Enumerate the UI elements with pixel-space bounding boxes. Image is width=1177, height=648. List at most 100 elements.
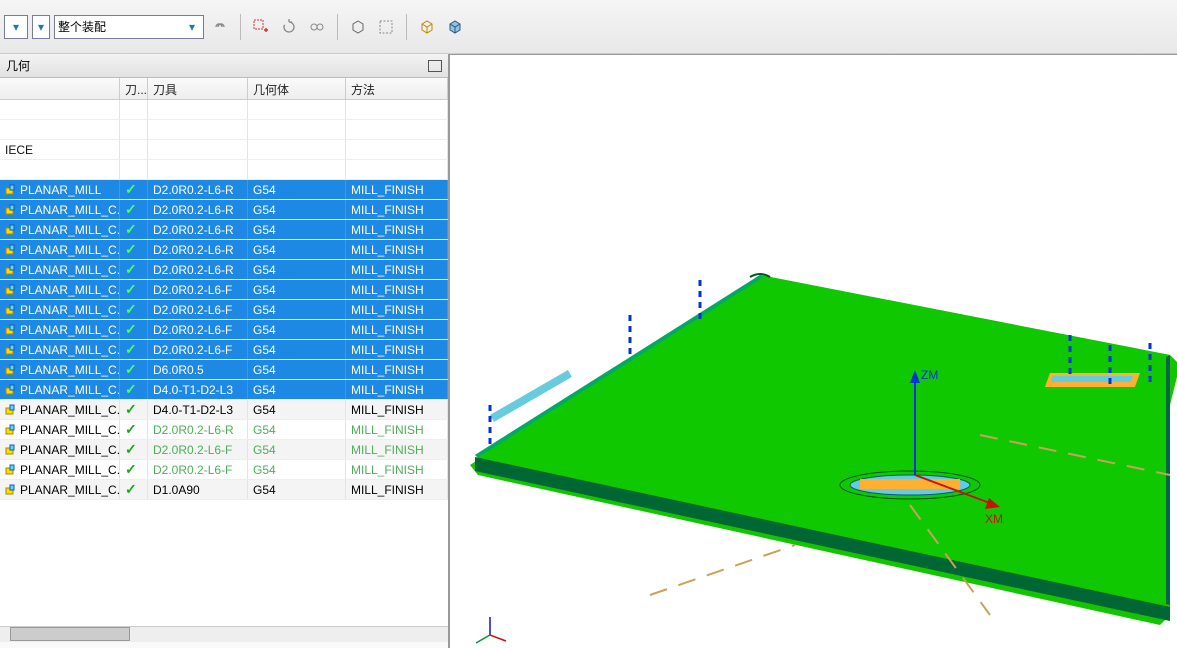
operation-method: MILL_FINISH (346, 320, 448, 339)
operation-method: MILL_FINISH (346, 340, 448, 359)
operation-tool: D2.0R0.2-L6-R (148, 180, 248, 199)
operation-row[interactable]: PLANAR_MILL_C...✓D2.0R0.2-L6-RG54MILL_FI… (0, 200, 448, 220)
reload-icon[interactable] (277, 15, 301, 39)
operation-name: PLANAR_MILL_C... (20, 203, 120, 217)
scrollbar-thumb[interactable] (10, 627, 130, 641)
operation-row[interactable]: PLANAR_MILL_C...✓D2.0R0.2-L6-FG54MILL_FI… (0, 340, 448, 360)
operation-row[interactable]: PLANAR_MILL_C...✓D1.0A90G54MILL_FINISH (0, 480, 448, 500)
menu-dropdown[interactable]: ▾ (4, 15, 28, 39)
operation-geo: G54 (248, 200, 346, 219)
workpiece-row[interactable]: IECE (0, 140, 448, 160)
operation-row[interactable]: PLANAR_MILL_C...✓D2.0R0.2-L6-FG54MILL_FI… (0, 300, 448, 320)
operation-tool: D2.0R0.2-L6-F (148, 300, 248, 319)
check-icon: ✓ (125, 241, 137, 258)
operation-row[interactable]: PLANAR_MILL_C...✓D2.0R0.2-L6-FG54MILL_FI… (0, 320, 448, 340)
table-header: 刀... 刀具 几何体 方法 (0, 78, 448, 100)
check-icon: ✓ (125, 381, 137, 398)
operation-name: PLANAR_MILL_C... (20, 463, 120, 477)
box-wire-icon[interactable] (415, 15, 439, 39)
operation-row[interactable]: PLANAR_MILL_C...✓D2.0R0.2-L6-FG54MILL_FI… (0, 440, 448, 460)
operation-tool: D2.0R0.2-L6-R (148, 260, 248, 279)
operation-icon (5, 384, 17, 396)
axis-z-label: ZM (921, 368, 938, 382)
select-plus-icon[interactable] (249, 15, 273, 39)
table-row[interactable] (0, 100, 448, 120)
operation-name: PLANAR_MILL_C... (20, 403, 120, 417)
operation-geo: G54 (248, 260, 346, 279)
panel-toggle-icon[interactable] (428, 60, 442, 72)
operation-icon (5, 244, 17, 256)
operation-method: MILL_FINISH (346, 460, 448, 479)
column-tool[interactable]: 刀具 (148, 78, 248, 99)
operation-name: PLANAR_MILL_C... (20, 443, 120, 457)
table-row[interactable] (0, 160, 448, 180)
graphics-viewport[interactable]: ZM XM (450, 54, 1177, 648)
column-flag[interactable]: 刀... (120, 78, 148, 99)
operation-icon (5, 304, 17, 316)
separator (240, 14, 241, 40)
column-name[interactable] (0, 78, 120, 99)
check-icon: ✓ (125, 361, 137, 378)
operation-tool: D2.0R0.2-L6-F (148, 460, 248, 479)
operation-icon (5, 344, 17, 356)
operation-row[interactable]: PLANAR_MILL_C...✓D4.0-T1-D2-L3G54MILL_FI… (0, 380, 448, 400)
marquee-icon[interactable] (374, 15, 398, 39)
operation-row[interactable]: PLANAR_MILL_C... ✓ D2.0R0.2-L6-FG54MILL_FI… (0, 280, 448, 300)
operation-geo: G54 (248, 280, 346, 299)
tool2-icon[interactable] (305, 15, 329, 39)
operation-method: MILL_FINISH (346, 420, 448, 439)
chevron-down-icon: ▾ (184, 19, 200, 35)
operation-row[interactable]: PLANAR_MILL_C...✓D2.0R0.2-L6-RG54MILL_FI… (0, 420, 448, 440)
operation-name: PLANAR_MILL (20, 183, 101, 197)
operation-geo: G54 (248, 180, 346, 199)
operation-icon (5, 364, 17, 376)
operation-name: PLANAR_MILL_C... (20, 283, 120, 297)
operation-tool: D1.0A90 (148, 480, 248, 499)
operation-name: PLANAR_MILL_C... (20, 483, 120, 497)
panel-splitter[interactable] (443, 54, 448, 648)
column-method[interactable]: 方法 (346, 78, 448, 99)
operation-row[interactable]: PLANAR_MILL_C...✓D6.0R0.5G54MILL_FINISH (0, 360, 448, 380)
axis-x-label: XM (985, 512, 1003, 526)
panel-header: 几何 (0, 54, 448, 78)
operation-icon (5, 264, 17, 276)
operation-icon (5, 184, 17, 196)
operation-name: PLANAR_MILL_C... (20, 263, 120, 277)
operation-row[interactable]: PLANAR_MILL_C...✓D2.0R0.2-L6-RG54MILL_FI… (0, 240, 448, 260)
operation-method: MILL_FINISH (346, 280, 448, 299)
operation-geo: G54 (248, 420, 346, 439)
operation-method: MILL_FINISH (346, 240, 448, 259)
column-geo[interactable]: 几何体 (248, 78, 346, 99)
table-row[interactable] (0, 120, 448, 140)
operation-name: PLANAR_MILL_C... (20, 323, 120, 337)
toolbar: ▾ ▾ 整个装配 ▾ (0, 0, 1177, 54)
operation-name: PLANAR_MILL_C... (20, 363, 120, 377)
operation-tool: D2.0R0.2-L6-F (148, 440, 248, 459)
check-icon: ✓ (125, 321, 137, 338)
hex-icon[interactable] (346, 15, 370, 39)
check-icon: ✓ (125, 441, 137, 458)
operation-row[interactable]: PLANAR_MILL_C...✓D2.0R0.2-L6-RG54MILL_FI… (0, 260, 448, 280)
operation-row[interactable]: PLANAR_MILL_C...✓D2.0R0.2-L6-RG54MILL_FI… (0, 220, 448, 240)
operation-row[interactable]: PLANAR_MILL_C...✓D4.0-T1-D2-L3G54MILL_FI… (0, 400, 448, 420)
link-icon[interactable] (208, 15, 232, 39)
operation-tool: D2.0R0.2-L6-R (148, 220, 248, 239)
operation-row[interactable]: PLANAR_MILL✓D2.0R0.2-L6-RG54MILL_FINISH (0, 180, 448, 200)
small-dropdown[interactable]: ▾ (32, 15, 50, 39)
operation-icon (5, 464, 17, 476)
box-solid-icon[interactable] (443, 15, 467, 39)
operation-method: MILL_FINISH (346, 180, 448, 199)
operation-name: PLANAR_MILL_C... (20, 223, 120, 237)
check-icon: ✓ (125, 281, 137, 298)
check-icon: ✓ (125, 401, 137, 418)
horizontal-scrollbar[interactable] (0, 626, 448, 642)
operation-icon (5, 424, 17, 436)
operation-tool: D2.0R0.2-L6-R (148, 420, 248, 439)
operation-row[interactable]: PLANAR_MILL_C...✓D2.0R0.2-L6-FG54MILL_FI… (0, 460, 448, 480)
operation-tool: D6.0R0.5 (148, 360, 248, 379)
assembly-selector[interactable]: 整个装配 ▾ (54, 15, 204, 39)
operations-table: 刀... 刀具 几何体 方法 IECE PLANAR_MIL (0, 78, 448, 642)
operation-geo: G54 (248, 300, 346, 319)
operation-tool: D2.0R0.2-L6-F (148, 280, 248, 299)
separator (406, 14, 407, 40)
